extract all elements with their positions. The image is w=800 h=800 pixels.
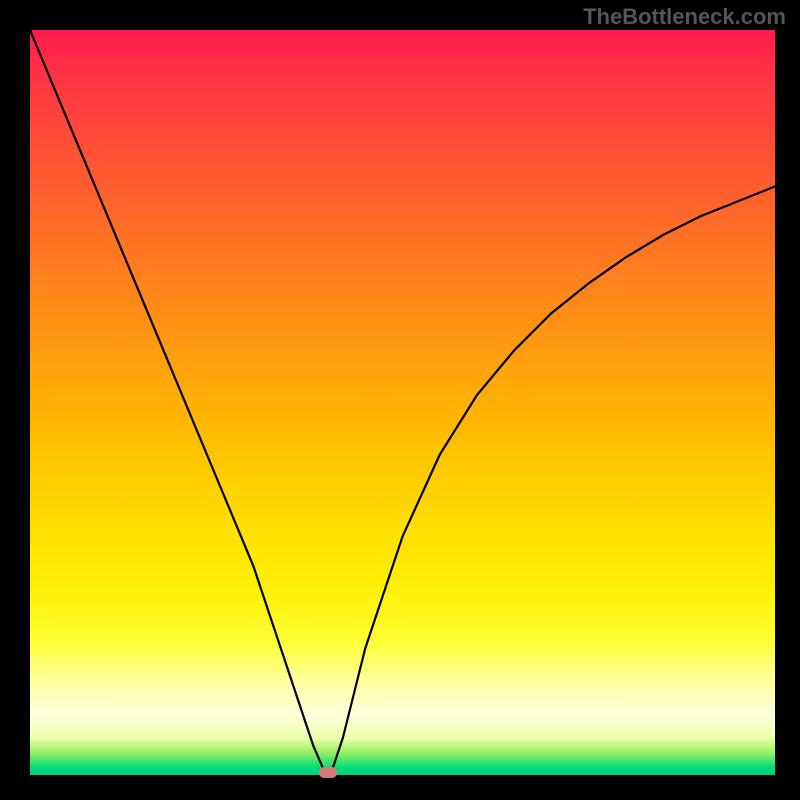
chart-curve-svg [30,30,775,775]
watermark-text: TheBottleneck.com [583,4,786,30]
bottleneck-curve-path [30,30,775,771]
minimum-marker [319,767,337,778]
